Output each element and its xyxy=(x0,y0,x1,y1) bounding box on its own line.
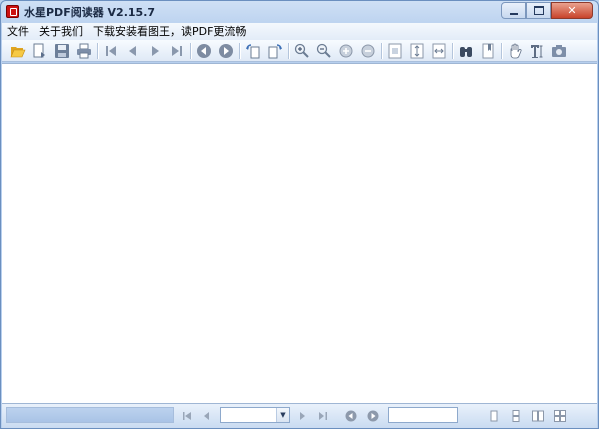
first-page-icon xyxy=(183,412,191,420)
toolbar-separator xyxy=(288,42,289,59)
print-icon xyxy=(77,43,91,58)
minimize-icon xyxy=(502,3,525,18)
fit-page-button[interactable] xyxy=(407,41,427,61)
text-select-icon xyxy=(531,44,543,58)
actual-size-icon xyxy=(388,43,402,58)
rotate-left-button[interactable] xyxy=(243,41,263,61)
continuous-facing-icon xyxy=(554,410,566,422)
next-page-icon xyxy=(300,412,305,420)
forward-icon xyxy=(367,410,379,422)
last-page-icon xyxy=(319,412,327,420)
rotate-left-icon xyxy=(246,43,260,58)
snapshot-button[interactable] xyxy=(549,41,569,61)
toolbar-separator xyxy=(381,42,382,59)
fit-width-icon xyxy=(432,43,446,58)
zoom-input[interactable] xyxy=(388,407,458,423)
find-button[interactable] xyxy=(456,41,476,61)
save-button[interactable] xyxy=(52,41,72,61)
export-icon xyxy=(33,43,45,58)
maximize-button[interactable] xyxy=(526,2,551,19)
page-number-select[interactable]: ▼ xyxy=(220,407,290,423)
zoom-in-icon xyxy=(294,43,309,58)
status-forward-button[interactable] xyxy=(365,408,381,424)
rotate-right-button[interactable] xyxy=(265,41,285,61)
print-button[interactable] xyxy=(74,41,94,61)
caption-buttons: ✕ xyxy=(501,2,593,19)
zoom-in-button[interactable] xyxy=(292,41,312,61)
toolbar xyxy=(2,40,597,62)
document-view[interactable] xyxy=(2,63,597,403)
next-page-button[interactable] xyxy=(145,41,165,61)
minimize-button[interactable] xyxy=(501,2,526,19)
facing-view-button[interactable] xyxy=(530,408,546,424)
fit-page-icon xyxy=(410,43,424,58)
chevron-down-icon[interactable]: ▼ xyxy=(276,408,289,422)
zoom-step-out-button[interactable] xyxy=(358,41,378,61)
toolbar-separator xyxy=(239,42,240,59)
menu-about-us[interactable]: 关于我们 xyxy=(34,23,88,40)
forward-icon xyxy=(219,43,233,58)
maximize-icon xyxy=(527,3,550,18)
back-icon xyxy=(345,410,357,422)
zoom-out-button[interactable] xyxy=(314,41,334,61)
prev-page-icon xyxy=(129,45,136,56)
forward-button[interactable] xyxy=(216,41,236,61)
hand-tool-button[interactable] xyxy=(505,41,525,61)
close-icon: ✕ xyxy=(567,4,577,17)
status-last-page-button[interactable] xyxy=(315,408,331,424)
close-button[interactable]: ✕ xyxy=(551,2,593,19)
first-page-icon xyxy=(106,45,116,56)
text-select-button[interactable] xyxy=(527,41,547,61)
status-text xyxy=(6,407,174,423)
menu-bar: 文件 关于我们 下载安装看图王，读PDF更流畅 xyxy=(2,23,597,40)
app-logo-icon xyxy=(6,5,19,18)
status-back-button[interactable] xyxy=(343,408,359,424)
prev-page-icon xyxy=(204,412,209,420)
continuous-view-button[interactable] xyxy=(508,408,524,424)
toolbar-separator xyxy=(97,42,98,59)
facing-pages-icon xyxy=(532,410,544,422)
status-bar: ▼ xyxy=(2,403,597,428)
export-button[interactable] xyxy=(30,41,50,61)
zoom-step-in-button[interactable] xyxy=(336,41,356,61)
menu-file[interactable]: 文件 xyxy=(2,23,34,40)
bookmark-icon xyxy=(482,43,494,58)
zoom-out-icon xyxy=(316,43,331,58)
prev-page-button[interactable] xyxy=(123,41,143,61)
bookmark-button[interactable] xyxy=(478,41,498,61)
plus-circle-icon xyxy=(339,44,353,57)
window-title: 水星PDF阅读器 V2.15.7 xyxy=(24,6,156,19)
single-page-view-button[interactable] xyxy=(486,408,502,424)
status-next-page-button[interactable] xyxy=(294,408,310,424)
snapshot-icon xyxy=(552,44,566,57)
title-bar[interactable]: 水星PDF阅读器 V2.15.7 ✕ xyxy=(1,1,598,23)
first-page-button[interactable] xyxy=(101,41,121,61)
open-folder-icon xyxy=(10,46,26,57)
last-page-icon xyxy=(172,45,182,56)
save-icon xyxy=(55,43,69,58)
fit-width-button[interactable] xyxy=(429,41,449,61)
status-first-page-button[interactable] xyxy=(179,408,195,424)
toolbar-separator xyxy=(452,42,453,59)
status-prev-page-button[interactable] xyxy=(199,408,215,424)
main-window: 水星PDF阅读器 V2.15.7 ✕ 文件 关于我们 下载安装看图王，读PDF更… xyxy=(0,0,599,429)
toolbar-separator xyxy=(501,42,502,59)
find-icon xyxy=(460,46,472,57)
single-page-icon xyxy=(490,410,498,422)
hand-tool-icon xyxy=(510,43,522,58)
minus-circle-icon xyxy=(361,44,375,57)
continuous-facing-view-button[interactable] xyxy=(552,408,568,424)
next-page-icon xyxy=(152,45,159,56)
continuous-page-icon xyxy=(512,410,520,422)
toolbar-separator xyxy=(190,42,191,59)
back-button[interactable] xyxy=(194,41,214,61)
menu-download-viewer[interactable]: 下载安装看图王，读PDF更流畅 xyxy=(88,23,251,40)
rotate-right-icon xyxy=(268,43,282,58)
last-page-button[interactable] xyxy=(167,41,187,61)
actual-size-button[interactable] xyxy=(385,41,405,61)
open-button[interactable] xyxy=(8,41,28,61)
back-icon xyxy=(197,43,211,58)
